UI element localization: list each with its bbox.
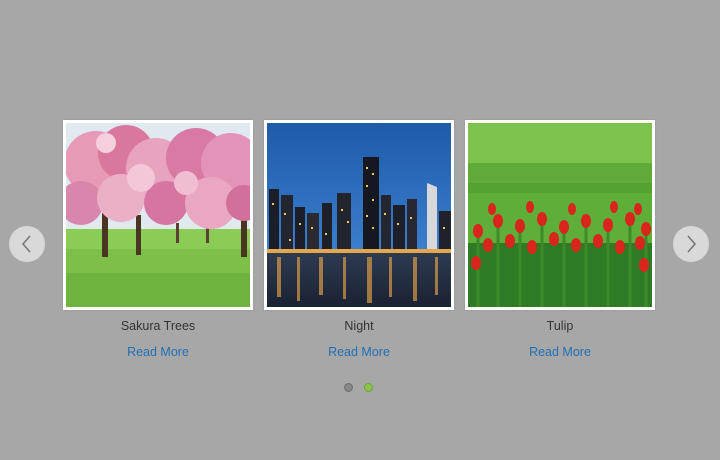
slide-title: Night	[344, 319, 374, 333]
chevron-right-icon	[687, 235, 697, 253]
carousel-card-tulip: Tulip Read More	[465, 120, 655, 361]
carousel-prev-button[interactable]	[9, 226, 45, 262]
sakura-trees-photo[interactable]	[63, 120, 253, 310]
slide-title: Sakura Trees	[120, 319, 196, 333]
read-more-link[interactable]: Read More	[529, 344, 591, 360]
pagination-dot-1[interactable]	[344, 383, 353, 392]
red-tulips-field-photo[interactable]	[465, 120, 655, 310]
city-night-skyline-photo[interactable]	[264, 120, 454, 310]
pagination-dot-2-active[interactable]	[364, 383, 373, 392]
carousel-card-night: Night Read More	[264, 120, 454, 361]
carousel-card-sakura: Sakura Trees Read More	[63, 120, 253, 361]
read-more-link[interactable]: Read More	[328, 344, 390, 360]
chevron-left-icon	[21, 235, 31, 253]
read-more-link[interactable]: Read More	[127, 344, 189, 360]
slide-title: Tulip	[546, 319, 574, 333]
carousel-next-button[interactable]	[673, 226, 709, 262]
image-carousel: Sakura Trees Read More Night Read More T…	[0, 0, 720, 460]
